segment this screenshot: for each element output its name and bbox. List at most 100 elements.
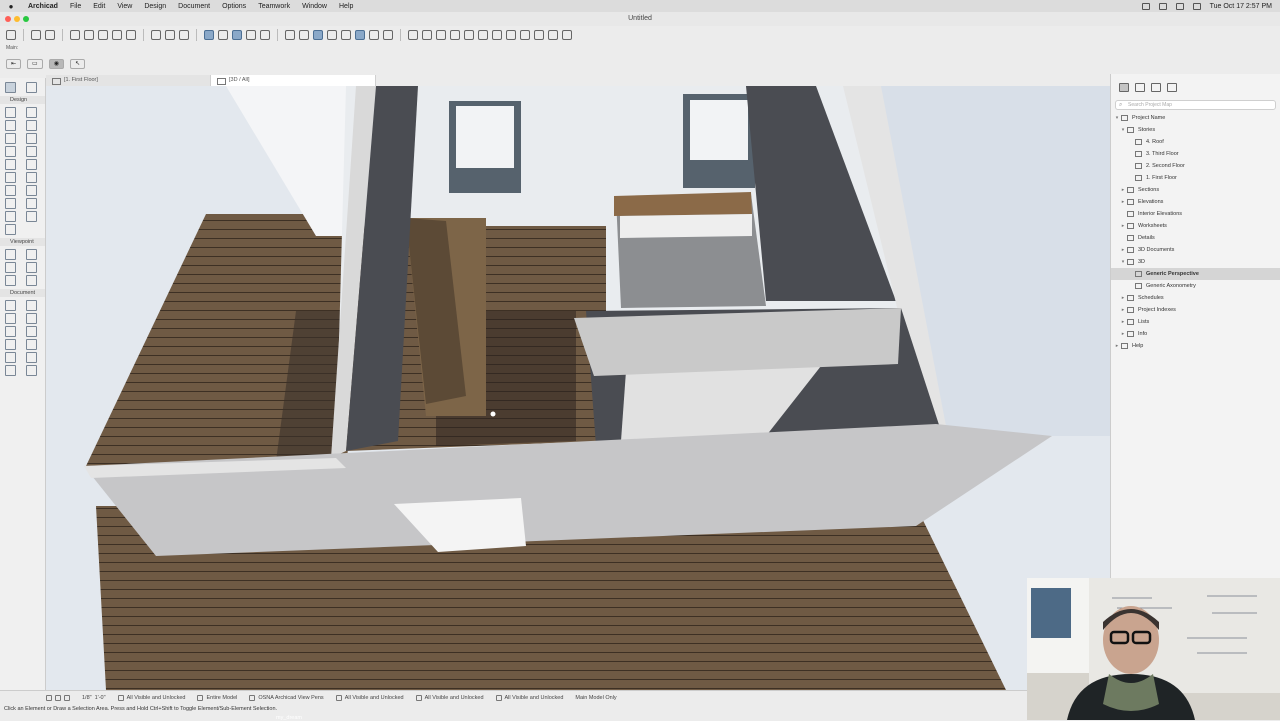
- zone-tool-icon[interactable]: [5, 185, 16, 196]
- gravity-icon[interactable]: [232, 30, 242, 40]
- hotspot-tool-icon[interactable]: [5, 365, 16, 376]
- menu-window[interactable]: Window: [296, 3, 333, 10]
- menu-edit[interactable]: Edit: [87, 3, 111, 10]
- arrange-icon[interactable]: [327, 30, 337, 40]
- project-map-icon[interactable]: [1119, 82, 1129, 92]
- find-select-icon[interactable]: [98, 30, 108, 40]
- flag-icon[interactable]: [520, 30, 530, 40]
- 3d-viewport[interactable]: [46, 86, 1110, 690]
- line-icon[interactable]: [151, 30, 161, 40]
- 3d-window-icon[interactable]: [355, 30, 365, 40]
- guide-lines-icon[interactable]: [204, 30, 214, 40]
- menu-teamwork[interactable]: Teamwork: [252, 3, 296, 10]
- arc-icon[interactable]: [165, 30, 175, 40]
- structural-function-selector[interactable]: All Visible and Unlocked: [495, 695, 563, 701]
- tree-item-3d-documents[interactable]: ▸ 3D Documents: [1111, 244, 1280, 256]
- undo-icon[interactable]: [31, 30, 41, 40]
- menu-app[interactable]: Archicad: [22, 3, 64, 10]
- level-dimension-tool-icon[interactable]: [25, 300, 37, 311]
- tree-item-generic-axonometry[interactable]: Generic Axonometry: [1111, 280, 1280, 292]
- battery-icon[interactable]: [1158, 2, 1167, 10]
- layer-icon[interactable]: [313, 30, 323, 40]
- tree-item-third-floor[interactable]: 3. Third Floor: [1111, 148, 1280, 160]
- skylight-tool-icon[interactable]: [25, 172, 37, 183]
- clock[interactable]: Tue Oct 17 2:57 PM: [1210, 3, 1272, 10]
- marquee-tool-icon[interactable]: [25, 82, 37, 93]
- mesh-tool-icon[interactable]: [25, 185, 37, 196]
- explore-icon[interactable]: [383, 30, 393, 40]
- snap-guides-icon[interactable]: [218, 30, 228, 40]
- line-tool-icon[interactable]: [25, 326, 37, 337]
- text-tool-icon[interactable]: [5, 313, 16, 324]
- close-window-button[interactable]: [5, 16, 11, 22]
- menu-design[interactable]: Design: [138, 3, 172, 10]
- window-tool-icon[interactable]: [5, 172, 16, 183]
- mirror-icon[interactable]: [478, 30, 488, 40]
- tab-3d-all[interactable]: [3D / All]: [211, 75, 376, 86]
- tree-item-stories[interactable]: ▾ Stories: [1111, 124, 1280, 136]
- toolbox-section-document[interactable]: Document: [0, 289, 45, 297]
- tree-item-details[interactable]: Details: [1111, 232, 1280, 244]
- teamwork-icon[interactable]: [562, 30, 572, 40]
- dimension-tool-icon[interactable]: [5, 300, 16, 311]
- fit-icon[interactable]: [64, 695, 70, 701]
- chevron-right-icon[interactable]: ▸: [1119, 247, 1127, 253]
- opening-tool-icon[interactable]: [25, 211, 37, 222]
- suspend-groups-icon[interactable]: [299, 30, 309, 40]
- inject-icon[interactable]: [84, 30, 94, 40]
- tree-item-project-indexes[interactable]: ▸ Project Indexes: [1111, 304, 1280, 316]
- chevron-down-icon[interactable]: ▾: [1119, 259, 1127, 265]
- marquee-button[interactable]: ▭: [27, 59, 43, 69]
- stair-tool-icon[interactable]: [5, 146, 16, 157]
- column-tool-icon[interactable]: [25, 107, 37, 118]
- apple-icon[interactable]: ●: [0, 2, 22, 11]
- zoom-icon[interactable]: [46, 695, 52, 701]
- toolbox-section-design[interactable]: Design: [0, 96, 45, 104]
- tree-item-generic-perspective[interactable]: Generic Perspective: [1111, 268, 1280, 280]
- publisher-icon[interactable]: [1167, 82, 1177, 92]
- syringe-icon[interactable]: [126, 30, 136, 40]
- beam-tool-icon[interactable]: [5, 120, 16, 131]
- minimize-window-button[interactable]: [14, 16, 20, 22]
- split-icon[interactable]: [408, 30, 418, 40]
- zoom-window-button[interactable]: [23, 16, 29, 22]
- wifi-icon[interactable]: [1141, 2, 1150, 10]
- chevron-right-icon[interactable]: ▸: [1119, 331, 1127, 337]
- tree-item-help[interactable]: ▸ Help: [1111, 340, 1280, 352]
- section-icon[interactable]: [369, 30, 379, 40]
- tree-item-interior-elevations[interactable]: Interior Elevations: [1111, 208, 1280, 220]
- arc-tool-icon[interactable]: [5, 339, 16, 350]
- renovation-filter-selector[interactable]: All Visible and Unlocked: [415, 695, 484, 701]
- spline-tool-icon[interactable]: [25, 365, 37, 376]
- drag-icon[interactable]: [506, 30, 516, 40]
- pen-set-selector[interactable]: OSNA Archicad View Pens: [249, 695, 324, 701]
- pick-up-icon[interactable]: [70, 30, 80, 40]
- tree-item-lists[interactable]: ▸ Lists: [1111, 316, 1280, 328]
- align-icon[interactable]: [341, 30, 351, 40]
- control-center-icon[interactable]: [1192, 2, 1201, 10]
- tab-first-floor[interactable]: [1. First Floor]: [46, 75, 211, 86]
- chevron-right-icon[interactable]: ▸: [1119, 199, 1127, 205]
- menu-help[interactable]: Help: [333, 3, 359, 10]
- worksheet-tool-icon[interactable]: [25, 262, 37, 273]
- group-icon[interactable]: [285, 30, 295, 40]
- chevron-right-icon[interactable]: ▸: [1119, 187, 1127, 193]
- menu-document[interactable]: Document: [172, 3, 216, 10]
- slab-tool-icon[interactable]: [25, 120, 37, 131]
- grid-snap-icon[interactable]: [246, 30, 256, 40]
- tree-item-roof[interactable]: 4. Roof: [1111, 136, 1280, 148]
- scale-selector[interactable]: 1/8" 1'-0": [82, 695, 106, 701]
- object-tool-icon[interactable]: [5, 198, 16, 209]
- model-only-selector[interactable]: Main Model Only: [575, 695, 616, 701]
- rotate-icon[interactable]: [492, 30, 502, 40]
- trim-icon[interactable]: [422, 30, 432, 40]
- lamp-tool-icon[interactable]: [25, 198, 37, 209]
- chevron-right-icon[interactable]: ▸: [1119, 319, 1127, 325]
- tree-item-schedules[interactable]: ▸ Schedules: [1111, 292, 1280, 304]
- chevron-down-icon[interactable]: ▾: [1119, 127, 1127, 133]
- tree-item-sections[interactable]: ▸ Sections: [1111, 184, 1280, 196]
- menu-file[interactable]: File: [64, 3, 87, 10]
- toolbox-section-viewpoint[interactable]: Viewpoint: [0, 238, 45, 246]
- shell-tool-icon[interactable]: [25, 133, 37, 144]
- tree-item-first-floor[interactable]: 1. First Floor: [1111, 172, 1280, 184]
